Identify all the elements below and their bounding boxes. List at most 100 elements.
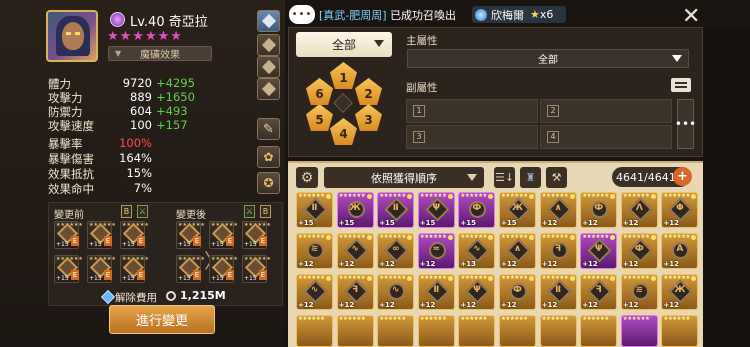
- equipped-rune-slot[interactable]: ★★★★★★+15E: [120, 255, 149, 283]
- main-stat-dropdown[interactable]: 全部: [407, 49, 689, 68]
- equipped-rune-slot[interactable]: ★★★★★★+15E: [54, 255, 83, 283]
- sell-hammer-button[interactable]: ⚒: [546, 167, 567, 188]
- rune-glyph: A: [676, 244, 684, 254]
- sub-stat-slot-1[interactable]: 1: [406, 99, 538, 123]
- equipped-rune-slot[interactable]: ★★★★★★+15E: [176, 255, 205, 283]
- equipped-rune-slot[interactable]: ★★★★★★+15E: [209, 221, 238, 249]
- stat-label: 體力: [48, 77, 71, 91]
- rune-item[interactable]: ★★★★★★ Ⅱ +12: [417, 274, 455, 310]
- rune-item[interactable]: ★★★★★★ ∧ +12: [499, 233, 536, 269]
- artifact-tab-button[interactable]: [257, 34, 280, 56]
- rune-item[interactable]: ★★★★★★: [336, 315, 374, 347]
- sort-label: 依照獲得順序: [371, 171, 437, 185]
- chat-button[interactable]: •••: [289, 5, 315, 24]
- rune-item[interactable]: ★★★★★★ ꟻ +12: [580, 274, 618, 310]
- rune-item[interactable]: ★★★★★★ Ⅱ +12: [539, 274, 577, 310]
- rune-item[interactable]: ★★★★★★: [499, 315, 536, 347]
- equipped-rune-slot[interactable]: ★★★★★★+15E: [120, 221, 149, 249]
- sort-order-button[interactable]: ☰↓: [494, 167, 515, 188]
- rune-item[interactable]: ★★★★★★ Ψ +15: [417, 192, 455, 228]
- star-remove-icon: ✪: [263, 176, 274, 190]
- rune-item[interactable]: ★★★★★★: [417, 315, 455, 347]
- rune-item[interactable]: ★★★★★★ Ф +12: [499, 274, 536, 310]
- rune-item[interactable]: ★★★★★★ ∿ +12: [296, 274, 333, 310]
- rune-item[interactable]: ★★★★★★ Ⅱ +15: [377, 192, 415, 228]
- stat-row: 暴擊率 100%: [48, 136, 212, 151]
- sort-dropdown[interactable]: 依照獲得順序: [324, 167, 484, 188]
- sword-tag-icon: ⚔: [137, 205, 148, 218]
- close-button[interactable]: ✕: [682, 4, 700, 29]
- rune-item[interactable]: ★★★★★★ ∞ +12: [377, 233, 415, 269]
- rune-glyph: Ж: [674, 285, 686, 295]
- gem-dot-icon: [650, 194, 656, 199]
- rune-item[interactable]: ★★★★★★ ≋ +12: [620, 274, 658, 310]
- unequip-button[interactable]: ✪: [257, 172, 280, 194]
- gem-dot-icon: [691, 235, 697, 240]
- equipped-rune-slot[interactable]: ★★★★★★+15E: [87, 255, 116, 283]
- equipped-rune-slot[interactable]: ★★★★★★+15E: [209, 255, 238, 283]
- stat-bonus: [152, 181, 212, 196]
- rune-item[interactable]: ★★★★★★ Ж +12: [661, 274, 699, 310]
- rune-item[interactable]: ★★★★★★: [539, 315, 577, 347]
- rune-set-dropdown[interactable]: 全部: [296, 32, 392, 57]
- rune-level: +15: [211, 241, 224, 248]
- sub-stat-toggle[interactable]: [671, 78, 691, 92]
- rune-item[interactable]: ★★★★★★ Ⅱ +15: [296, 192, 333, 228]
- rune-item[interactable]: ★★★★★★ ∿ +12: [336, 233, 374, 269]
- rune-item[interactable]: ★★★★★★ Ψ +12: [580, 233, 618, 269]
- equipped-rune-slot[interactable]: ★★★★★★+15E: [176, 221, 205, 249]
- rune-glyph: Ж: [511, 203, 524, 213]
- rune-item[interactable]: ★★★★★★ ∧ +12: [539, 192, 577, 228]
- rune-item[interactable]: ★★★★★★ Λ +12: [620, 192, 658, 228]
- gem-tab-button[interactable]: [257, 56, 280, 78]
- equipped-rune-slot[interactable]: ★★★★★★+15E: [54, 221, 83, 249]
- rune-item[interactable]: ★★★★★★: [296, 315, 333, 347]
- edit-button[interactable]: ✎: [257, 118, 280, 140]
- rune-item[interactable]: ★★★★★★ ꟻ +12: [336, 274, 374, 310]
- rune-item[interactable]: ★★★★★★: [661, 315, 699, 347]
- preset-button[interactable]: ✿: [257, 146, 280, 168]
- grind-icon: [261, 81, 276, 97]
- rune-item[interactable]: ★★★★★★: [377, 315, 415, 347]
- more-options-button[interactable]: •••: [675, 99, 696, 149]
- rune-item[interactable]: ★★★★★★: [458, 315, 496, 347]
- rune-tab-button[interactable]: [257, 10, 280, 32]
- rune-item[interactable]: ★★★★★★ Ф +12: [580, 192, 618, 228]
- cost-label: 解除費用: [115, 292, 157, 304]
- equipped-rune-slot[interactable]: ★★★★★★+15E: [242, 221, 271, 249]
- add-slot-button[interactable]: +: [673, 167, 692, 186]
- rune-item[interactable]: ★★★★★★ ꟻ +12: [539, 233, 577, 269]
- rune-item[interactable]: ★★★★★★ ≈ +12: [417, 233, 455, 269]
- stars-icon: ★★★★★★: [298, 275, 325, 281]
- sub-stat-slot-2[interactable]: 2: [540, 99, 672, 123]
- proceed-change-button[interactable]: 進行變更: [109, 305, 215, 334]
- rune-item[interactable]: ★★★★★★ Ж +15: [336, 192, 374, 228]
- hero-portrait[interactable]: [46, 10, 98, 62]
- rune-item[interactable]: ★★★★★★ Φ +12: [661, 192, 699, 228]
- settings-button[interactable]: ⚙: [296, 167, 318, 188]
- skill-effect-button[interactable]: ▼ 魔礦效果: [108, 46, 212, 61]
- gem-dot-icon: [569, 276, 575, 281]
- rune-item[interactable]: ★★★★★★ Ф +12: [620, 233, 658, 269]
- stars-icon: ★★★★★★: [622, 193, 650, 199]
- sub-stat-slot-3[interactable]: 3: [406, 125, 538, 149]
- grind-tab-button[interactable]: [257, 78, 280, 100]
- rune-item[interactable]: ★★★★★★ ∿ +12: [377, 274, 415, 310]
- rune-item[interactable]: ★★★★★★ Ф +15: [458, 192, 496, 228]
- rune-item[interactable]: ★★★★★★ Ж +15: [499, 192, 536, 228]
- bag-button[interactable]: ♜: [520, 167, 541, 188]
- equipped-rune-slot[interactable]: ★★★★★★+15E: [87, 221, 116, 249]
- main-stat-title: 主屬性: [406, 35, 438, 47]
- sub-stat-slot-4[interactable]: 4: [540, 125, 672, 149]
- rune-item[interactable]: ★★★★★★: [580, 315, 618, 347]
- equipped-rune-slot[interactable]: ★★★★★★+15E: [242, 255, 271, 283]
- stars-icon: ★★★★★★: [298, 193, 325, 199]
- rune-item[interactable]: ★★★★★★ Ψ +12: [458, 274, 496, 310]
- gem-dot-icon: [447, 235, 453, 240]
- rune-item[interactable]: ★★★★★★: [620, 315, 658, 347]
- rune-item[interactable]: ★★★★★★ ∿ +13: [458, 233, 496, 269]
- gem-dot-icon: [326, 276, 331, 281]
- rune-item[interactable]: ★★★★★★ A +12: [661, 233, 699, 269]
- stars-icon: ★★★★★★: [582, 275, 609, 281]
- rune-item[interactable]: ★★★★★★ ≋ +12: [296, 233, 333, 269]
